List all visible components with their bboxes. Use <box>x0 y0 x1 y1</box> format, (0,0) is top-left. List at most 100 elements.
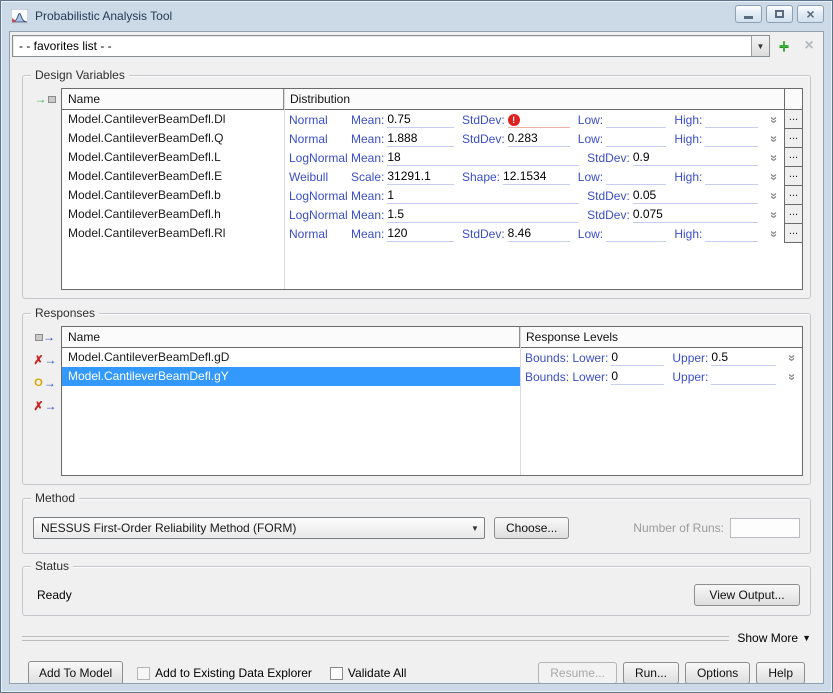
column-header-name[interactable]: Name <box>62 327 520 347</box>
design-variable-row[interactable]: Model.CantileverBeamDefl.RlNormalMean:12… <box>62 224 802 243</box>
response-name[interactable]: Model.CantileverBeamDefl.gD <box>62 348 520 367</box>
chevron-expand-icon[interactable]: » <box>766 131 782 147</box>
minimize-button[interactable] <box>735 5 762 23</box>
response-levels-cell: Bounds: Lower:0Upper:0.5» <box>520 348 802 367</box>
edit-distribution-button[interactable]: ... <box>785 129 802 143</box>
choose-method-button[interactable]: Choose... <box>494 517 569 539</box>
distribution-type[interactable]: Normal <box>289 111 351 129</box>
field-value[interactable]: 0.5 <box>711 350 776 366</box>
distribution-type[interactable]: LogNormal <box>289 187 351 205</box>
distribution-type[interactable]: Weibull <box>289 168 351 186</box>
resume-button[interactable]: Resume... <box>538 662 617 684</box>
response-row[interactable]: Model.CantileverBeamDefl.gYBounds: Lower… <box>62 367 802 386</box>
edit-distribution-button[interactable]: ... <box>785 148 802 162</box>
field-value[interactable]: 0.05 <box>633 188 758 204</box>
close-button[interactable]: × <box>797 5 824 23</box>
field-value[interactable] <box>705 226 758 242</box>
add-existing-checkbox[interactable] <box>137 667 150 680</box>
distribution-type[interactable]: LogNormal <box>289 206 351 224</box>
field-value[interactable] <box>606 226 666 242</box>
delete-response-icon-2: ✗→ <box>33 398 56 414</box>
field-value[interactable]: 0 <box>611 350 664 366</box>
edit-distribution-cell: ... <box>784 224 802 243</box>
variable-name[interactable]: Model.CantileverBeamDefl.Rl <box>62 224 284 243</box>
field-value[interactable]: 18 <box>387 150 579 166</box>
view-output-button[interactable]: View Output... <box>694 584 800 606</box>
variable-name[interactable]: Model.CantileverBeamDefl.Dl <box>62 110 284 129</box>
validate-all-checkbox[interactable] <box>330 667 343 680</box>
chevron-expand-icon[interactable]: » <box>766 207 782 223</box>
field-value[interactable]: 0.283 <box>508 131 570 147</box>
options-button[interactable]: Options <box>685 662 750 684</box>
field-value[interactable]: 1.888 <box>387 131 454 147</box>
field-value[interactable]: 1.5 <box>387 207 579 223</box>
design-variable-row[interactable]: Model.CantileverBeamDefl.hLogNormalMean:… <box>62 205 802 224</box>
field-value[interactable]: 0 <box>611 369 664 385</box>
variable-name[interactable]: Model.CantileverBeamDefl.h <box>62 205 284 224</box>
design-variable-row[interactable]: Model.CantileverBeamDefl.EWeibullScale:3… <box>62 167 802 186</box>
favorites-value: - - favorites list - - <box>13 39 751 53</box>
chevron-expand-icon[interactable]: » <box>784 369 800 385</box>
response-name[interactable]: Model.CantileverBeamDefl.gY <box>62 367 520 386</box>
distribution-type[interactable]: Normal <box>289 130 351 148</box>
number-of-runs-input[interactable] <box>730 518 800 538</box>
response-row[interactable]: Model.CantileverBeamDefl.gDBounds: Lower… <box>62 348 802 367</box>
column-header-response-levels[interactable]: Response Levels <box>520 327 802 347</box>
variable-name[interactable]: Model.CantileverBeamDefl.L <box>62 148 284 167</box>
column-header-distribution[interactable]: Distribution <box>284 89 784 109</box>
field-value[interactable]: ! <box>508 112 570 128</box>
design-variable-row[interactable]: Model.CantileverBeamDefl.b LogNormalMean:… <box>62 186 802 205</box>
edit-distribution-button[interactable]: ... <box>785 110 802 124</box>
field-label: Mean: <box>351 187 387 205</box>
remove-favorite-button[interactable]: × <box>798 35 820 57</box>
edit-distribution-button[interactable]: ... <box>785 205 802 219</box>
chevron-expand-icon[interactable]: » <box>766 112 782 128</box>
field-value[interactable] <box>606 131 666 147</box>
design-variable-row[interactable]: Model.CantileverBeamDefl.LLogNormalMean:… <box>62 148 802 167</box>
parameter-field: Upper:0.5 <box>672 349 784 367</box>
field-value[interactable]: 0.075 <box>633 207 758 223</box>
chevron-expand-icon[interactable]: » <box>784 350 800 366</box>
edit-distribution-button[interactable]: ... <box>785 186 802 200</box>
design-variables-header[interactable]: Name Distribution <box>62 89 802 110</box>
chevron-expand-icon[interactable]: » <box>766 169 782 185</box>
field-value[interactable] <box>705 131 758 147</box>
chevron-expand-icon[interactable]: » <box>766 188 782 204</box>
run-button[interactable]: Run... <box>623 662 679 684</box>
field-value[interactable] <box>705 169 758 185</box>
variable-name[interactable]: Model.CantileverBeamDefl.b <box>62 186 284 205</box>
design-variable-row[interactable]: Model.CantileverBeamDefl.DlNormalMean:0.… <box>62 110 802 129</box>
add-to-model-button[interactable]: Add To Model <box>28 661 123 684</box>
chevron-expand-icon[interactable]: » <box>766 226 782 242</box>
field-value[interactable] <box>711 369 776 385</box>
add-favorite-button[interactable]: + <box>773 35 795 57</box>
field-value[interactable]: 12.1534 <box>503 169 570 185</box>
maximize-button[interactable] <box>766 5 793 23</box>
field-value[interactable]: 8.46 <box>508 226 570 242</box>
field-value[interactable] <box>606 169 666 185</box>
edit-distribution-button[interactable]: ... <box>785 167 802 181</box>
design-variable-row[interactable]: Model.CantileverBeamDefl.QNormalMean:1.8… <box>62 129 802 148</box>
field-value[interactable]: 120 <box>387 226 454 242</box>
variable-name[interactable]: Model.CantileverBeamDefl.E <box>62 167 284 186</box>
field-value[interactable] <box>606 112 666 128</box>
field-value[interactable]: 0.75 <box>387 112 454 128</box>
show-more-toggle[interactable]: Show More ▼ <box>737 631 811 645</box>
method-dropdown[interactable]: NESSUS First-Order Reliability Method (F… <box>33 517 485 539</box>
help-button[interactable]: Help <box>756 662 805 684</box>
variable-name[interactable]: Model.CantileverBeamDefl.Q <box>62 129 284 148</box>
responses-header[interactable]: Name Response Levels <box>62 327 802 348</box>
field-value[interactable]: 0.9 <box>633 150 758 166</box>
edit-distribution-button[interactable]: ... <box>785 224 802 238</box>
field-value[interactable]: 1 <box>387 188 579 204</box>
distribution-type[interactable]: LogNormal <box>289 149 351 167</box>
column-header-name[interactable]: Name <box>62 89 284 109</box>
field-value[interactable]: 31291.1 <box>387 169 454 185</box>
field-value[interactable] <box>705 112 758 128</box>
distribution-type[interactable]: Normal <box>289 225 351 243</box>
favorites-dropdown-button[interactable]: ▼ <box>751 36 769 56</box>
add-existing-checkbox-group: Add to Existing Data Explorer <box>137 666 312 680</box>
chevron-expand-icon[interactable]: » <box>766 150 782 166</box>
favorites-dropdown[interactable]: - - favorites list - - ▼ <box>12 35 770 57</box>
title-bar[interactable]: Probabilistic Analysis Tool × <box>1 1 832 31</box>
